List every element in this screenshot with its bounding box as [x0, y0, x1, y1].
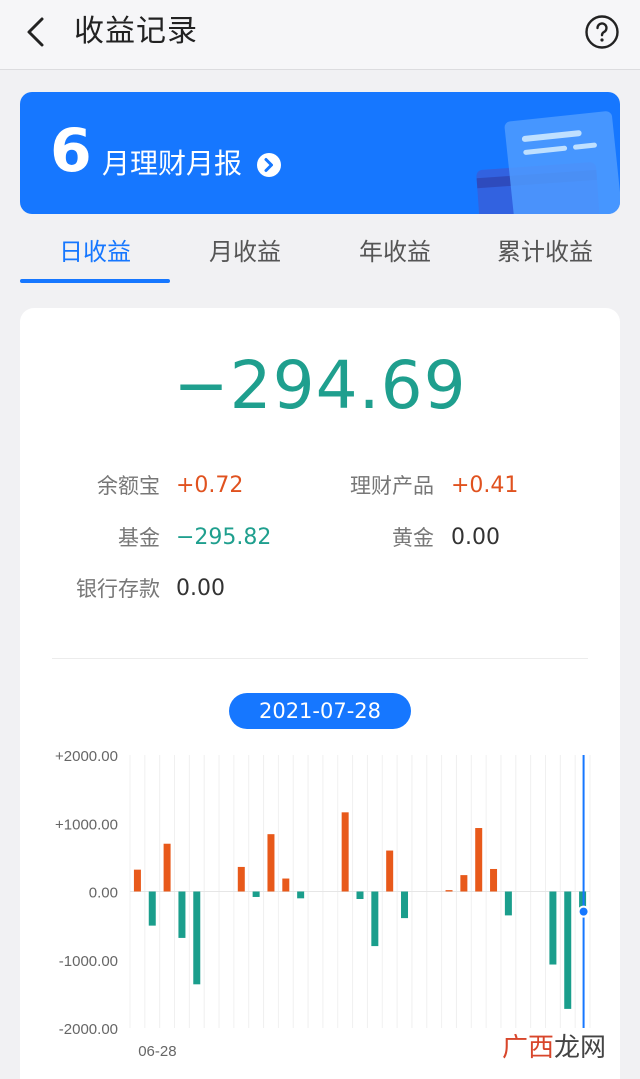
back-arrow-icon[interactable]	[18, 14, 54, 50]
x-tick-label: 06-28	[138, 1043, 176, 1060]
chart-bar	[252, 891, 260, 897]
value-yuebao: +0.72	[176, 473, 244, 498]
label-bank-deposit: 银行存款	[76, 577, 160, 601]
chart-bar	[549, 891, 557, 965]
chart-bar	[445, 890, 453, 892]
tab-yearly[interactable]: 年收益	[320, 234, 470, 270]
daily-earnings-bar-chart[interactable]: +2000.00 +1000.00 0.00 -1000.00 -2000.00 06-2…	[0, 740, 640, 1079]
chart-bar	[163, 843, 171, 892]
y-tick-label: -1000.00	[59, 953, 118, 970]
label-wealth-products: 理财产品	[350, 474, 434, 498]
chart-bar	[178, 891, 186, 938]
daily-total-earnings: −294.69	[173, 347, 467, 424]
page-title: 收益记录	[74, 14, 198, 49]
top-bar: 收益记录	[0, 0, 640, 70]
help-icon[interactable]	[584, 14, 620, 50]
y-tick-label: -2000.00	[59, 1021, 118, 1038]
chart-bar	[148, 891, 156, 926]
report-illustration-icon	[476, 111, 620, 214]
tab-cumulative[interactable]: 累计收益	[470, 234, 620, 270]
chart-bar	[490, 868, 498, 892]
chart-bar	[475, 828, 483, 892]
watermark-part-a: 广西	[501, 1033, 554, 1063]
y-tick-label: +2000.00	[55, 748, 118, 765]
active-tab-indicator	[20, 279, 170, 283]
y-tick-label: +1000.00	[55, 816, 118, 833]
chart-bar	[564, 891, 572, 1009]
label-yuebao: 余额宝	[97, 474, 160, 498]
chart-bar	[133, 869, 141, 892]
chart-bar	[386, 850, 394, 892]
chart-bar	[356, 891, 364, 900]
chart-bar	[401, 891, 409, 919]
value-wealth-products: +0.41	[451, 473, 519, 498]
tab-daily[interactable]: 日收益	[20, 234, 170, 270]
chart-bar	[371, 891, 379, 947]
divider	[52, 658, 588, 659]
value-bank-deposit: 0.00	[176, 576, 225, 601]
chart-bar	[297, 891, 305, 899]
monthly-report-banner[interactable]: 6 月理财月报	[20, 92, 620, 214]
chart-bar	[267, 834, 275, 892]
banner-month-number: 6	[50, 116, 92, 186]
selection-dot	[577, 905, 590, 918]
value-funds: −295.82	[176, 525, 272, 550]
banner-label: 月理财月报	[102, 147, 243, 180]
chart-bar	[282, 878, 290, 892]
label-funds: 基金	[118, 526, 160, 550]
chart-bar	[237, 866, 245, 892]
value-gold: 0.00	[451, 525, 500, 550]
tab-monthly[interactable]: 月收益	[170, 234, 320, 270]
selected-date-pill[interactable]: 2021-07-28	[229, 693, 411, 729]
label-gold: 黄金	[392, 526, 434, 550]
chart-bar	[504, 891, 512, 916]
y-tick-label: 0.00	[89, 885, 118, 902]
chart-bar	[460, 875, 468, 892]
chart-bar	[193, 891, 201, 985]
earnings-tabs: 日收益 月收益 年收益 累计收益	[0, 224, 640, 284]
chart-bar	[341, 812, 349, 892]
chevron-right-icon	[257, 153, 281, 177]
watermark-part-b: 龙网	[553, 1033, 606, 1063]
watermark: 广西龙网	[502, 1031, 606, 1065]
